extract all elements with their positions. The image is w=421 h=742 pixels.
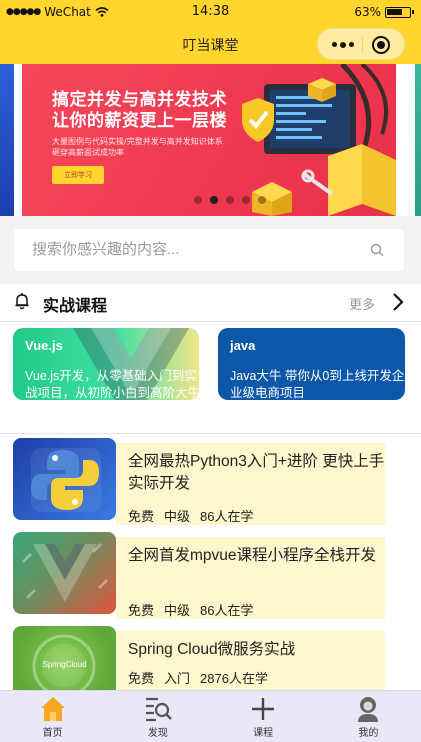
python-logo-icon bbox=[31, 448, 101, 512]
carousel-dot[interactable] bbox=[226, 196, 234, 204]
course-item[interactable]: 全网最热Python3入门+进阶 更快上手实际开发 免费 中级 86人在学 bbox=[13, 438, 385, 525]
search-input[interactable] bbox=[32, 241, 332, 258]
banner-learn-button[interactable]: 立即学习 bbox=[52, 166, 104, 184]
section-header: 实战课程 更多 bbox=[0, 284, 421, 322]
course-info: Spring Cloud微服务实战 免费 入门 2876人在学 bbox=[116, 631, 385, 690]
featured-card-vue[interactable]: Vue.js Vue.js开发，从零基础入门到实战项目，从初阶小白到高阶大牛Vu… bbox=[13, 328, 199, 400]
bell-icon bbox=[15, 293, 29, 310]
course-info: 全网首发mpvue课程小程序全栈开发 免费 中级 86人在学 bbox=[116, 537, 385, 619]
course-thumbnail bbox=[13, 532, 116, 614]
battery-icon bbox=[385, 6, 414, 18]
course-learners: 86人在学 bbox=[200, 509, 254, 524]
chevron-right-icon[interactable] bbox=[391, 292, 405, 312]
carousel-dot[interactable] bbox=[258, 196, 266, 204]
tab-home[interactable]: 首页 bbox=[0, 691, 105, 742]
nav-bar: 叮当课堂 bbox=[0, 24, 421, 64]
carousel-dot[interactable] bbox=[194, 196, 202, 204]
course-price: 免费 bbox=[128, 509, 155, 524]
banner-subtitle-line1: 大量图例与代码实操/完整并发与高并发知识体系 bbox=[52, 137, 223, 146]
featured-card-java[interactable]: java Java大牛 带你从0到上线开发企业级电商项目 bbox=[218, 328, 405, 400]
home-icon bbox=[40, 697, 65, 721]
course-meta: 免费 中级 86人在学 bbox=[128, 600, 254, 619]
course-title: 全网最热Python3入门+进阶 更快上手实际开发 bbox=[128, 453, 385, 492]
featured-card-desc: Java大牛 带你从0到上线开发企业级电商项目 bbox=[230, 369, 405, 400]
search-bar[interactable] bbox=[14, 229, 404, 271]
banner-title-line1: 搞定并发与高并发技术 bbox=[52, 90, 227, 110]
spring-cloud-logo-icon bbox=[32, 634, 96, 690]
plus-icon bbox=[252, 698, 275, 720]
banner-slide[interactable]: 搞定并发与高并发技术 让你的薪资更上一层楼 大量图例与代码实操/完整并发与高并发… bbox=[22, 64, 396, 216]
status-right: 63% bbox=[354, 5, 414, 19]
more-icon[interactable] bbox=[332, 41, 354, 48]
course-price: 免费 bbox=[128, 671, 155, 686]
course-level: 中级 bbox=[164, 603, 191, 618]
featured-card-title: Vue.js bbox=[25, 338, 63, 353]
tab-label: 发现 bbox=[147, 728, 168, 739]
vue-logo-icon bbox=[21, 542, 109, 602]
miniprogram-capsule bbox=[317, 28, 405, 60]
course-meta: 免费 中级 86人在学 bbox=[128, 506, 254, 525]
banner-carousel[interactable]: 搞定并发与高并发技术 让你的薪资更上一层楼 大量图例与代码实操/完整并发与高并发… bbox=[0, 64, 421, 216]
banner-prev-peek bbox=[0, 64, 14, 216]
featured-courses: Vue.js Vue.js开发，从零基础入门到实战项目，从初阶小白到高阶大牛Vu… bbox=[0, 322, 421, 434]
course-item[interactable]: SpringCloud Spring Cloud微服务实战 免费 入门 2876… bbox=[13, 626, 385, 690]
more-link[interactable]: 更多 bbox=[349, 294, 375, 313]
course-title: Spring Cloud微服务实战 bbox=[128, 641, 296, 658]
tab-label: 课程 bbox=[253, 728, 274, 739]
course-level: 入门 bbox=[164, 671, 191, 686]
tab-label: 我的 bbox=[358, 728, 379, 739]
course-list: 全网最热Python3入门+进阶 更快上手实际开发 免费 中级 86人在学 全网… bbox=[0, 434, 421, 690]
course-learners: 2876人在学 bbox=[200, 671, 268, 686]
status-bar: ●●●●● WeChat 14:38 63% bbox=[0, 0, 421, 24]
course-learners: 86人在学 bbox=[200, 603, 254, 618]
discover-icon bbox=[145, 697, 172, 722]
course-thumbnail bbox=[13, 438, 116, 520]
carousel-dot[interactable] bbox=[242, 196, 250, 204]
section-title: 实战课程 bbox=[43, 298, 108, 315]
banner-title-line2: 让你的薪资更上一层楼 bbox=[52, 111, 227, 131]
search-icon[interactable] bbox=[370, 243, 384, 257]
course-thumbnail: SpringCloud bbox=[13, 626, 116, 690]
course-meta: 免费 入门 2876人在学 bbox=[128, 668, 268, 687]
tab-mine[interactable]: 我的 bbox=[316, 691, 421, 742]
course-title: 全网首发mpvue课程小程序全栈开发 bbox=[128, 547, 377, 564]
banner-subtitle-line2: 砸穿高薪面试成功率 bbox=[52, 148, 124, 157]
carousel-indicators bbox=[194, 196, 266, 204]
tab-label: 首页 bbox=[42, 728, 63, 739]
course-item[interactable]: 全网首发mpvue课程小程序全栈开发 免费 中级 86人在学 bbox=[13, 532, 385, 619]
banner-title: 搞定并发与高并发技术 让你的薪资更上一层楼 bbox=[52, 90, 227, 132]
tab-courses[interactable]: 课程 bbox=[211, 691, 316, 742]
carousel-dot[interactable] bbox=[210, 196, 218, 204]
battery-percent: 63% bbox=[354, 5, 381, 19]
user-icon bbox=[358, 697, 379, 722]
course-info: 全网最热Python3入门+进阶 更快上手实际开发 免费 中级 86人在学 bbox=[116, 443, 385, 525]
tab-bar: 首页 发现 课程 我的 bbox=[0, 690, 421, 742]
course-level: 中级 bbox=[164, 509, 191, 524]
close-miniprogram-icon[interactable] bbox=[372, 36, 390, 54]
banner-subtitle: 大量图例与代码实操/完整并发与高并发知识体系 砸穿高薪面试成功率 bbox=[52, 136, 223, 158]
featured-card-title: java bbox=[230, 338, 256, 353]
featured-card-desc: Vue.js开发，从零基础入门到实战项目，从初阶小白到高阶大牛Vue.js开发。 bbox=[25, 369, 199, 400]
spring-cloud-logo-text: SpringCloud bbox=[42, 660, 87, 669]
capsule-divider bbox=[362, 37, 363, 53]
banner-next-peek bbox=[415, 64, 421, 216]
course-price: 免费 bbox=[128, 603, 155, 618]
banner-illustration bbox=[242, 64, 396, 216]
tab-discover[interactable]: 发现 bbox=[105, 691, 210, 742]
